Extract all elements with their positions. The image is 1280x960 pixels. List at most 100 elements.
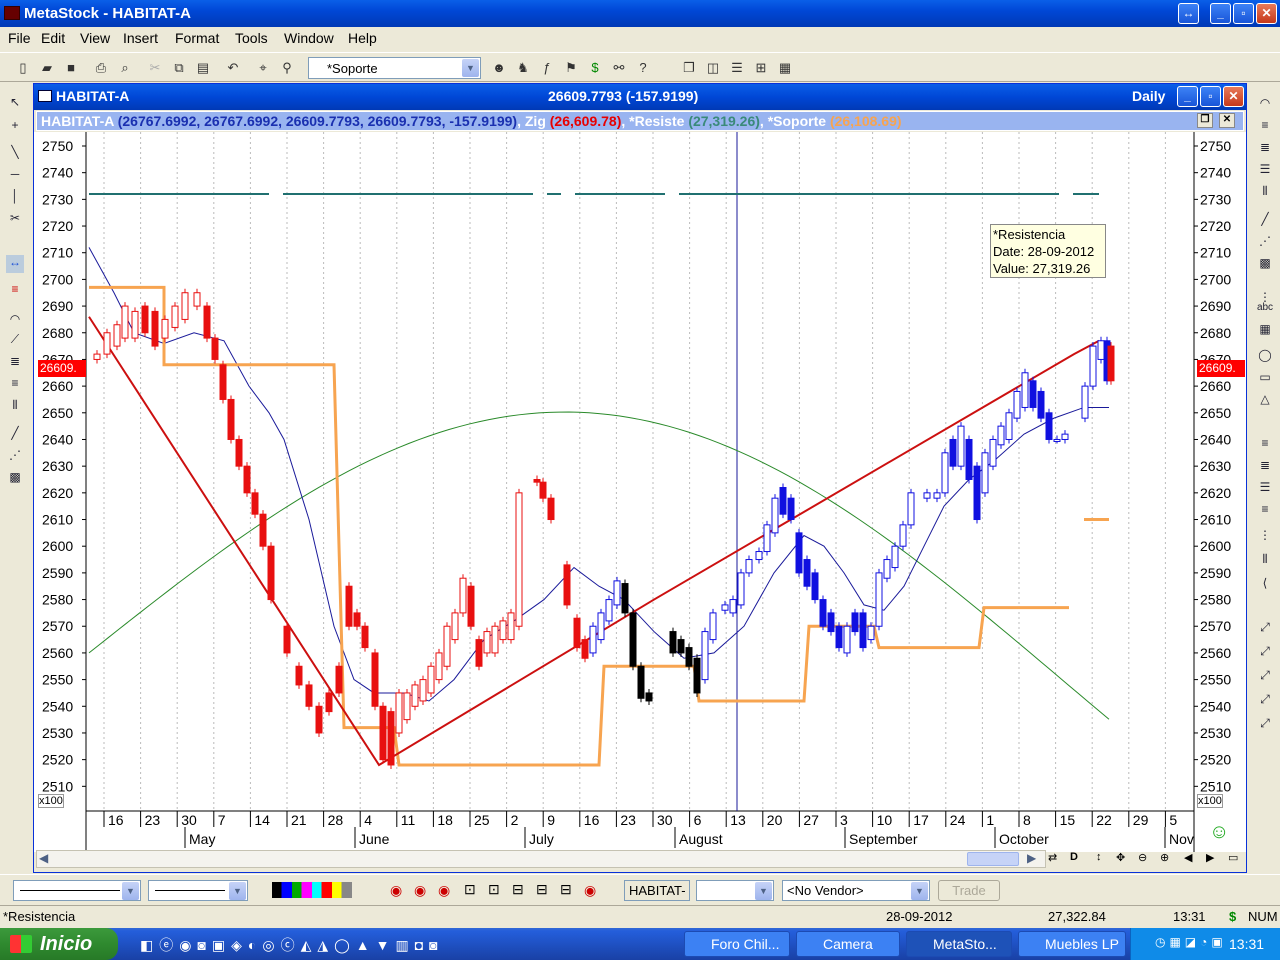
- task-metastock[interactable]: MetaSto...: [906, 931, 1012, 957]
- tray-icons[interactable]: ◷▦◪◔▣: [1155, 935, 1227, 949]
- menu-help[interactable]: Help: [348, 30, 377, 46]
- explorer-icon[interactable]: ♞: [514, 59, 532, 77]
- crosshair-icon[interactable]: ⌖: [254, 59, 272, 77]
- speed-fan-icon[interactable]: ⋰: [1256, 234, 1274, 252]
- save-icon[interactable]: ■: [62, 59, 80, 77]
- minimize-button[interactable]: _: [1210, 3, 1231, 24]
- maximize-button[interactable]: ▫: [1233, 3, 1254, 24]
- layout-icon-c[interactable]: ⊟: [560, 881, 572, 898]
- fib-ext-icon[interactable]: ☰: [1256, 162, 1274, 180]
- gann-grid-icon[interactable]: ▩: [6, 470, 24, 488]
- curve-icon[interactable]: ⟨: [1256, 576, 1274, 594]
- menu-insert[interactable]: Insert: [123, 30, 158, 46]
- std-channel-icon[interactable]: ☰: [1256, 480, 1274, 498]
- tirone-icon[interactable]: ⋮: [1256, 528, 1274, 546]
- chevron-down-icon[interactable]: ▼: [122, 882, 139, 900]
- vertical-line-icon[interactable]: │: [6, 189, 24, 207]
- scroll-right-icon[interactable]: ▶: [1027, 851, 1036, 865]
- binoculars-icon[interactable]: ⚯: [610, 59, 628, 77]
- end-bar-icon[interactable]: ▭: [1228, 851, 1238, 864]
- undo-icon[interactable]: ↶: [224, 59, 242, 77]
- error-channel-icon[interactable]: ≡: [1256, 502, 1274, 520]
- layout-icon-b[interactable]: ⊟: [536, 881, 548, 898]
- fib-lines-icon[interactable]: ≣: [1256, 140, 1274, 158]
- fibonacci-icon[interactable]: ≣: [6, 354, 24, 372]
- quadrant-icon[interactable]: ⦀: [1256, 552, 1274, 570]
- chrome-icon-4[interactable]: ◉: [584, 882, 596, 899]
- tile-vertical-icon[interactable]: ◫: [704, 59, 722, 77]
- print-preview-icon[interactable]: ⌕: [116, 59, 134, 77]
- buy-arrow-icon[interactable]: ⤢: [1256, 644, 1274, 662]
- menu-view[interactable]: View: [80, 30, 110, 46]
- chrome-icon-2[interactable]: ◉: [414, 882, 426, 899]
- cascade-icon[interactable]: ❐: [680, 59, 698, 77]
- paste-icon[interactable]: ▤: [194, 59, 212, 77]
- arrow-icon-5[interactable]: ⤢: [1256, 716, 1274, 734]
- scroll-thumb[interactable]: [967, 852, 1019, 866]
- chart-icon-a[interactable]: ⊡: [464, 881, 476, 898]
- menu-file[interactable]: File: [8, 30, 31, 46]
- security-combo[interactable]: ▼: [696, 880, 774, 901]
- print-icon[interactable]: ⎙: [92, 59, 110, 77]
- chart-horizontal-scrollbar[interactable]: ◀ ▶: [36, 850, 1046, 868]
- zoom-icon[interactable]: ⚲: [278, 59, 296, 77]
- new-icon[interactable]: ▯: [14, 59, 32, 77]
- chart-close-button[interactable]: ✕: [1223, 86, 1244, 107]
- chevron-down-icon[interactable]: ▼: [755, 882, 772, 900]
- next-bar-icon[interactable]: ▶: [1206, 851, 1214, 864]
- fib-time-icon[interactable]: ≡: [1256, 118, 1274, 136]
- tile-grid-icon[interactable]: ⊞: [752, 59, 770, 77]
- system-tester-icon[interactable]: ⚑: [562, 59, 580, 77]
- arc-tool-icon[interactable]: ◠: [1256, 96, 1274, 114]
- period-d-icon[interactable]: D: [1070, 851, 1078, 863]
- close-button[interactable]: ✕: [1256, 3, 1277, 24]
- cycles-icon[interactable]: ⦀: [1256, 184, 1274, 202]
- regression-icon[interactable]: ≡: [1256, 436, 1274, 454]
- legend-restore-icon[interactable]: ❐: [1197, 113, 1213, 128]
- layout-icon[interactable]: ▦: [776, 59, 794, 77]
- chevron-down-icon[interactable]: ▼: [462, 59, 479, 77]
- text-tool-icon[interactable]: abc: [1256, 302, 1274, 320]
- tile-horizontal-icon[interactable]: ☰: [728, 59, 746, 77]
- cycle-lines-icon[interactable]: ⦀: [6, 398, 24, 416]
- prev-bar-icon[interactable]: ◀: [1184, 851, 1192, 864]
- rectangle-icon[interactable]: ▭: [1256, 370, 1274, 388]
- horizontal-scroll-icon[interactable]: ↔: [6, 255, 24, 273]
- chart-icon-b[interactable]: ⊡: [488, 881, 500, 898]
- arrow-icon-4[interactable]: ⤢: [1256, 692, 1274, 710]
- symbol-box[interactable]: HABITAT-: [624, 880, 690, 901]
- cut-icon[interactable]: ✂: [146, 59, 164, 77]
- formula-icon[interactable]: ƒ: [538, 59, 556, 77]
- horizontal-line-icon[interactable]: ─: [6, 167, 24, 185]
- sell-arrow-icon[interactable]: ⤢: [1256, 620, 1274, 638]
- ellipse-icon[interactable]: ◯: [1256, 348, 1274, 366]
- help-pointer-icon[interactable]: ?: [634, 59, 652, 77]
- scroll-toggle-icon[interactable]: ⇄: [1048, 851, 1057, 864]
- triangle-icon[interactable]: △: [1256, 392, 1274, 410]
- trendline-icon[interactable]: ╲: [6, 145, 24, 163]
- raff-icon[interactable]: ≣: [1256, 458, 1274, 476]
- zoom-in-icon[interactable]: ⊕: [1160, 851, 1169, 864]
- gann-icon[interactable]: ▩: [1256, 256, 1274, 274]
- dollar-icon[interactable]: $: [586, 59, 604, 77]
- speed-lines-icon[interactable]: ⟋: [6, 332, 24, 350]
- scroll-left-icon[interactable]: ◀: [39, 851, 48, 865]
- fib-retracement-icon[interactable]: ≡: [6, 376, 24, 394]
- restore-icon[interactable]: ↔: [1178, 3, 1199, 24]
- menu-format[interactable]: Format: [175, 30, 219, 46]
- line-tool-icon[interactable]: ╱: [6, 426, 24, 444]
- grid-tool-icon[interactable]: ▦: [1256, 322, 1274, 340]
- line-style-combo[interactable]: ▼: [13, 880, 141, 901]
- zoom-out-icon[interactable]: ⊖: [1138, 851, 1147, 864]
- menu-edit[interactable]: Edit: [41, 30, 65, 46]
- arc-icon[interactable]: ◠: [6, 312, 24, 330]
- vendor-combo[interactable]: <No Vendor> ▼: [782, 880, 930, 901]
- task-foro[interactable]: Foro Chil...: [684, 931, 790, 957]
- layout-icon-a[interactable]: ⊟: [512, 881, 524, 898]
- chart-minimize-button[interactable]: _: [1177, 86, 1198, 107]
- chrome-icon-3[interactable]: ◉: [438, 882, 450, 899]
- menu-window[interactable]: Window: [284, 30, 334, 46]
- copy-icon[interactable]: ⧉: [170, 59, 188, 77]
- move-icon[interactable]: ✥: [1116, 851, 1125, 864]
- open-icon[interactable]: ▰: [38, 59, 56, 77]
